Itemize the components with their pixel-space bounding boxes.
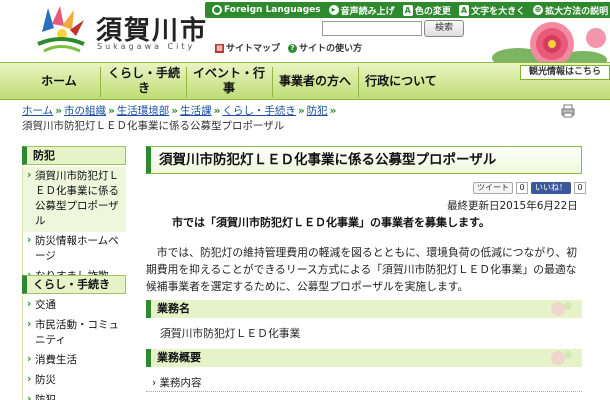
nav-home[interactable]: ホーム [30, 66, 88, 98]
site-header: 須賀川市 Sukagawa City ● Foreign Languages ▸… [0, 0, 610, 68]
like-count: 0 [574, 182, 586, 194]
flower-decoration-icon [551, 302, 572, 316]
lead-text: 市では「須賀川市防犯灯ＬＥＤ化事業」の事業者を募集します。 [172, 216, 490, 229]
read-aloud-label: 音声読み上げ [340, 6, 395, 17]
overview-subheading-label: 業務内容 [159, 377, 202, 389]
nav-divider [186, 67, 187, 97]
tweet-count: 0 [516, 182, 528, 194]
text-size-label: 文字を大きく [471, 6, 526, 17]
share-buttons: ツイート 0 いいね！ 0 [473, 182, 586, 194]
breadcrumb-home[interactable]: ホーム [22, 105, 53, 117]
section-overview: 業務概要 [146, 349, 582, 367]
sidebar-section-living[interactable]: くらし・手続き [22, 275, 126, 294]
nav-business[interactable]: 事業者の方へ [274, 66, 356, 98]
print-icon[interactable] [561, 104, 575, 118]
sidebar-list-living: 交通 市民活動・コミュニティ 消費生活 防災 防犯 [22, 296, 126, 400]
section-overview-label: 業務概要 [157, 351, 201, 364]
nav-events-line1: イベント・行 [192, 66, 265, 80]
nav-admin[interactable]: 行政について [360, 66, 442, 98]
nav-events-line2: 事 [222, 81, 235, 95]
body-paragraph: 市では、防犯灯の維持管理費用の軽減を図るとともに、環境負荷の低減につながり、初期… [146, 246, 578, 293]
globe-icon: ● [212, 5, 222, 15]
breadcrumb-separator: » [55, 105, 62, 117]
search-input[interactable] [322, 21, 422, 36]
tourism-link[interactable]: 観光情報はこちら [520, 65, 610, 80]
color-change-label: 色の変更 [414, 6, 451, 17]
nav-divider [272, 67, 273, 97]
nav-events[interactable]: イベント・行 事 [188, 66, 270, 98]
nav-living[interactable]: くらし・手続 き [104, 66, 184, 98]
nav-divider [358, 67, 359, 97]
section-business-name: 業務名 [146, 300, 582, 318]
foreign-languages-label: Foreign Languages [224, 5, 321, 15]
breadcrumb-life-section[interactable]: 生活課 [180, 105, 212, 117]
zoom-guide-label: 拡大方法の説明 [545, 6, 609, 17]
peony-flower-icon [492, 22, 607, 68]
breadcrumb-separator: » [107, 105, 115, 117]
breadcrumb-current: 須賀川市防犯灯ＬＥＤ化事業に係る公募型プロポーザル [22, 120, 285, 132]
sidebar-list-crime-prevention: 須賀川市防犯灯ＬＥＤ化事業に係る公募型プロポーザル 防災情報ホームページ なりす… [22, 167, 126, 287]
sub-links: ▦ サイトマップ ? サイトの使い方 [215, 41, 362, 54]
read-aloud-link[interactable]: ▸ 音声読み上げ [326, 4, 398, 17]
color-change-link[interactable]: A 色の変更 [400, 4, 454, 17]
sitemap-link[interactable]: ▦ サイトマップ [215, 41, 280, 54]
nav-living-line1: くらし・手続 [107, 66, 180, 80]
nav-living-line2: き [137, 81, 150, 95]
breadcrumb-separator: » [213, 105, 221, 117]
site-usage-link[interactable]: ? サイトの使い方 [288, 41, 362, 54]
page-title: 須賀川市防犯灯ＬＥＤ化事業に係る公募型プロポーザル [146, 146, 582, 174]
tweet-button[interactable]: ツイート [473, 182, 513, 194]
magnifier-icon: ⊕ [533, 5, 544, 15]
breadcrumb-living[interactable]: くらし・手続き [222, 105, 296, 117]
site-usage-label: サイトの使い方 [299, 44, 363, 54]
flower-decoration-icon [551, 351, 572, 365]
section-business-name-label: 業務名 [157, 302, 190, 315]
business-name-value: 須賀川市防犯灯ＬＥＤ化事業 [160, 327, 301, 340]
breadcrumb-organization[interactable]: 市の組織 [64, 105, 106, 117]
last-updated: 最終更新日2015年6月22日 [447, 200, 578, 212]
breadcrumb-separator: » [171, 105, 179, 117]
color-change-icon: A [402, 4, 413, 16]
sidebar-item-led-proposal[interactable]: 須賀川市防犯灯ＬＥＤ化事業に係る公募型プロポーザル [23, 167, 126, 232]
sidebar-item-community[interactable]: 市民活動・コミュニティ [23, 316, 126, 351]
overview-subheading: › 業務内容 [146, 374, 582, 392]
breadcrumb: ホーム» 市の組織» 生活環境部» 生活課» くらし・手続き» 防犯» 須賀川市防犯灯ＬＥ… [22, 104, 562, 134]
sitemap-icon: ▦ [215, 44, 224, 53]
utility-bar: ● Foreign Languages ▸ 音声読み上げ A 色の変更 A 文字… [205, 2, 610, 18]
breadcrumb-separator: » [297, 105, 305, 117]
sidebar-item-disaster-prevention[interactable]: 防災 [23, 371, 126, 391]
text-size-link[interactable]: A 文字を大きく [456, 4, 528, 17]
sidebar-section-crime-prevention[interactable]: 防犯 [22, 146, 126, 165]
text-size-icon: A [458, 4, 470, 16]
breadcrumb-crime-prevention[interactable]: 防犯 [307, 105, 328, 117]
sidebar-item-disaster-info[interactable]: 防災情報ホームページ [23, 232, 126, 267]
search-button[interactable]: 検索 [424, 20, 464, 37]
sidebar-item-consumer-life[interactable]: 消費生活 [23, 351, 126, 371]
sitemap-label: サイトマップ [226, 44, 281, 54]
question-icon: ? [288, 44, 298, 53]
zoom-guide-link[interactable]: ⊕ 拡大方法の説明 [530, 4, 610, 17]
foreign-languages-link[interactable]: ● Foreign Languages [209, 5, 324, 15]
sidebar-item-traffic[interactable]: 交通 [23, 296, 126, 316]
breadcrumb-environment[interactable]: 生活環境部 [117, 105, 170, 117]
like-button[interactable]: いいね！ [531, 182, 571, 194]
site-subtitle: Sukagawa City [97, 42, 196, 51]
breadcrumb-separator: » [329, 105, 337, 117]
city-logo-icon[interactable] [34, 4, 88, 54]
nav-divider [100, 67, 101, 97]
global-nav: ホーム くらし・手続 き イベント・行 事 事業者の方へ 行政について [0, 62, 610, 100]
sidebar-item-crime-prevention[interactable]: 防犯 [23, 391, 126, 400]
speaker-icon: ▸ [328, 5, 339, 15]
